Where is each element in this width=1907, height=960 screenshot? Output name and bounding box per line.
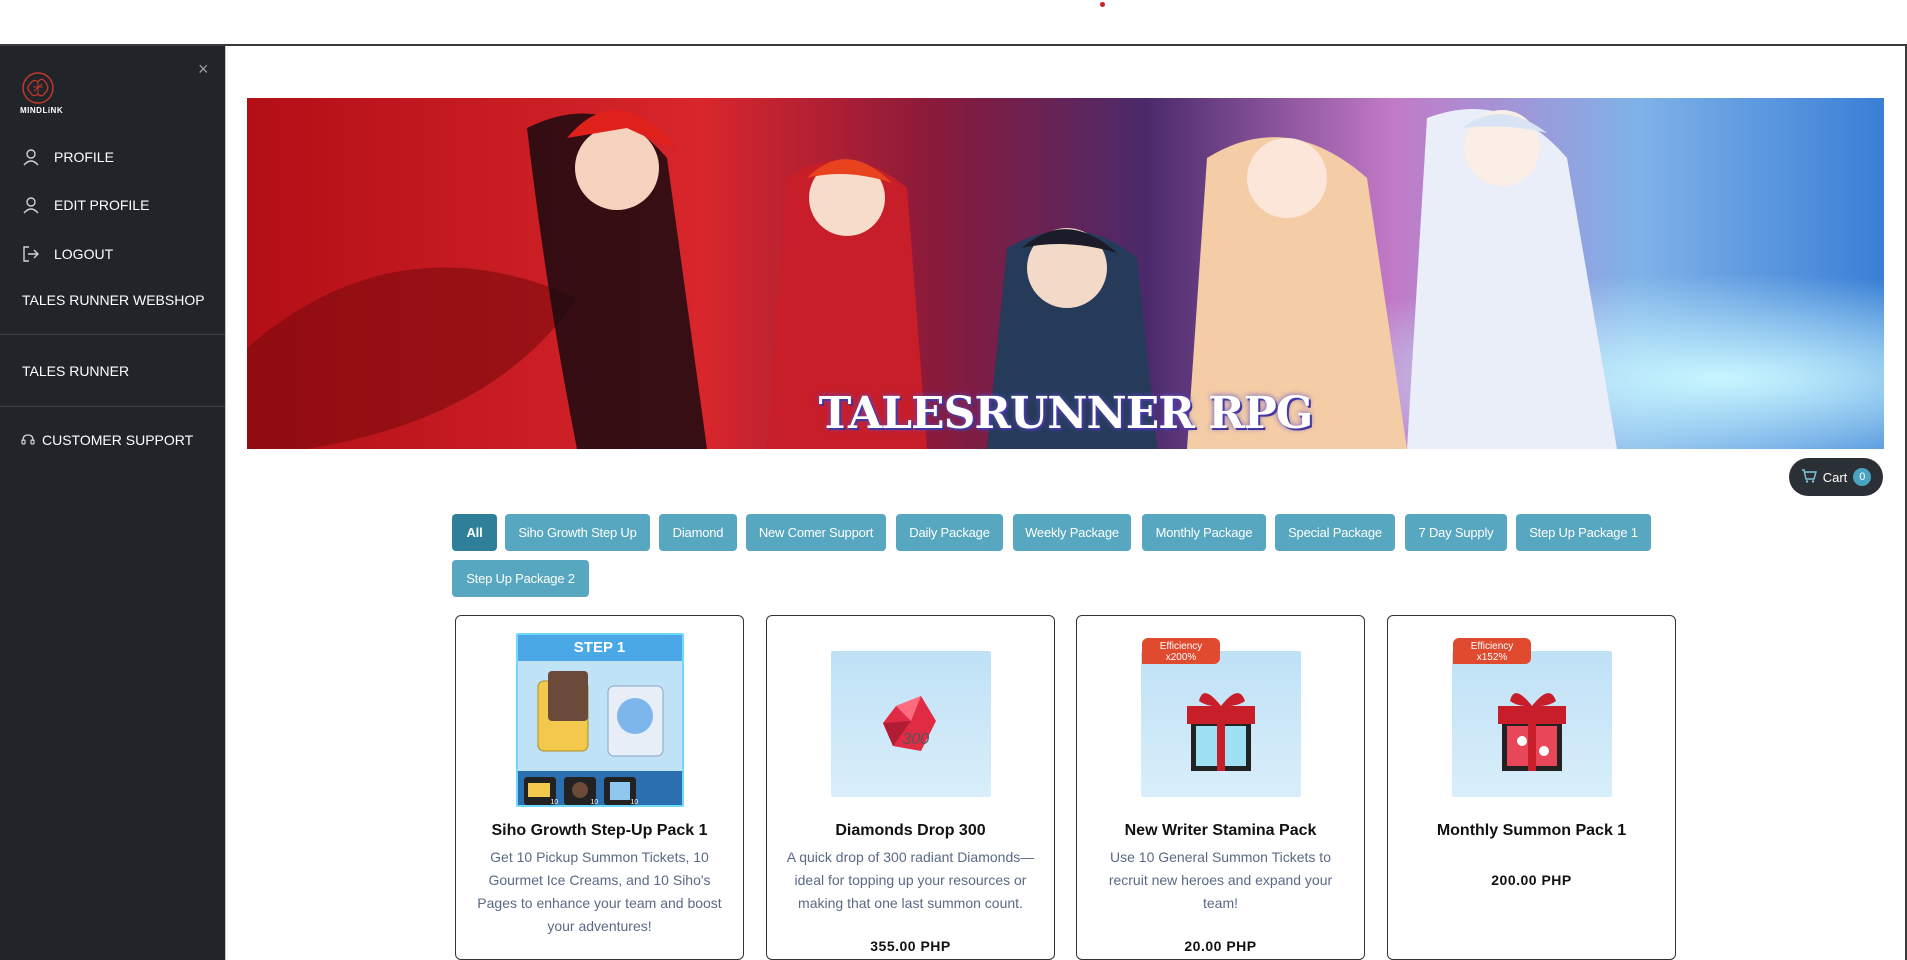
filter-all[interactable]: All <box>452 514 497 551</box>
cart-count-badge: 0 <box>1853 468 1872 486</box>
product-image <box>1451 651 1612 797</box>
sidebar-item-profile[interactable]: PROFILE <box>20 146 114 168</box>
sidebar-item-label: CUSTOMER SUPPORT <box>42 432 194 448</box>
item-count: 10 <box>550 799 559 806</box>
filter-new-comer-support[interactable]: New Comer Support <box>746 514 886 551</box>
step-pack-artwork <box>517 661 682 805</box>
item-count: 10 <box>630 799 639 806</box>
efficiency-badge: Efficiency x152% <box>1453 638 1531 664</box>
sidebar-item-label: PROFILE <box>54 149 114 165</box>
sidebar-item-customer-support[interactable]: CUSTOMER SUPPORT <box>20 432 193 448</box>
filter-step-up-package-2[interactable]: Step Up Package 2 <box>452 560 589 597</box>
product-description: Get 10 Pickup Summon Tickets, 10 Gourmet… <box>477 849 722 934</box>
sidebar-item-logout[interactable]: LOGOUT <box>20 243 113 265</box>
sidebar-item-webshop[interactable]: TALES RUNNER WEBSHOP <box>22 292 205 308</box>
gift-box-icon <box>1497 693 1566 771</box>
product-card[interactable]: 300 Diamonds Drop 300 A quick drop of 30… <box>766 615 1055 960</box>
logo-text: MINDLiNK <box>20 106 64 115</box>
product-image: 300 <box>830 651 991 797</box>
filter-step-up-package-1[interactable]: Step Up Package 1 <box>1516 514 1651 551</box>
headset-icon <box>20 432 36 448</box>
hero-banner: TALESRUNNER RPG <box>247 98 1884 449</box>
loading-dot <box>1100 2 1105 7</box>
sidebar-item-label: LOGOUT <box>54 246 114 262</box>
step-label: STEP 1 <box>517 635 682 661</box>
filter-diamond[interactable]: Diamond <box>659 514 737 551</box>
filter-daily-package[interactable]: Daily Package <box>896 514 1003 551</box>
sidebar: × MINDLiNK PROFILE EDIT PROFILE LOGOUT T… <box>0 46 225 960</box>
cart-icon <box>1801 468 1817 486</box>
filter-monthly-package[interactable]: Monthly Package <box>1142 514 1266 551</box>
user-icon <box>20 146 42 168</box>
product-price: 355.00 PHP <box>870 938 951 954</box>
product-card[interactable]: STEP 1 10 10 10 Siho Growth Step-Up Pack… <box>455 615 744 960</box>
diamond-icon <box>882 696 936 751</box>
user-icon <box>20 194 42 216</box>
filter-weekly-package[interactable]: Weekly Package <box>1013 514 1131 551</box>
gift-box-icon <box>1186 693 1255 771</box>
logout-icon <box>20 243 42 265</box>
product-card[interactable]: Efficiency x200% New Writer Stamina Pack … <box>1076 615 1365 960</box>
sidebar-divider <box>0 406 225 407</box>
product-price: 20.00 PHP <box>1184 938 1257 954</box>
product-description: A quick drop of 300 radiant Diamonds—ide… <box>786 849 1035 911</box>
product-image: STEP 1 10 10 10 <box>515 633 684 807</box>
efficiency-badge: Efficiency x200% <box>1142 638 1220 664</box>
sidebar-item-label: EDIT PROFILE <box>54 197 150 213</box>
product-price: 200.00 PHP <box>1491 872 1572 888</box>
sidebar-item-tales-runner[interactable]: TALES RUNNER <box>22 363 129 379</box>
product-name: New Writer Stamina Pack <box>1124 822 1317 839</box>
product-card[interactable]: Efficiency x152% Monthly Summon Pack 1 20… <box>1387 615 1676 960</box>
banner-title: TALESRUNNER RPG <box>818 388 1314 439</box>
sidebar-item-edit-profile[interactable]: EDIT PROFILE <box>20 194 149 216</box>
filter-special-package[interactable]: Special Package <box>1275 514 1395 551</box>
product-name: Diamonds Drop 300 <box>835 822 986 839</box>
product-name: Siho Growth Step-Up Pack 1 <box>491 822 708 839</box>
browser-top-strip <box>0 0 1907 46</box>
cart-button[interactable]: Cart 0 <box>1789 458 1883 496</box>
product-image <box>1140 651 1301 797</box>
diamond-amount: 300 <box>902 731 930 748</box>
filter-7-day-supply[interactable]: 7 Day Supply <box>1405 514 1507 551</box>
filter-siho-growth-step-up[interactable]: Siho Growth Step Up <box>505 514 650 551</box>
product-description: Use 10 General Summon Tickets to recruit… <box>1108 849 1333 911</box>
cart-label: Cart <box>1822 469 1848 485</box>
item-count: 10 <box>590 799 599 806</box>
close-icon[interactable]: × <box>198 60 209 78</box>
product-name: Monthly Summon Pack 1 <box>1436 822 1627 839</box>
sidebar-divider <box>0 334 225 335</box>
